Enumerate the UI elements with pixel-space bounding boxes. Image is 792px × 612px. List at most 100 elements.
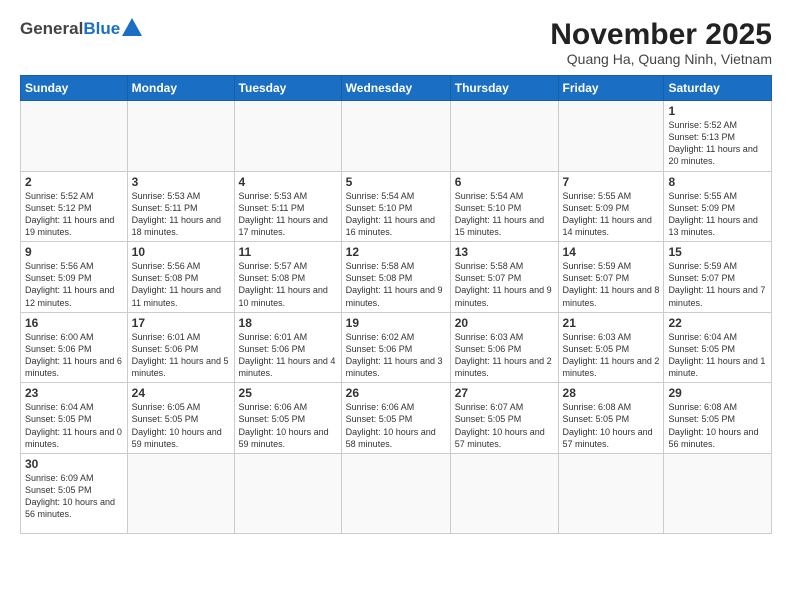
- table-row: 9Sunrise: 5:56 AMSunset: 5:09 PMDaylight…: [21, 242, 128, 313]
- table-row: 19Sunrise: 6:02 AMSunset: 5:06 PMDayligh…: [341, 312, 450, 383]
- day-info: Sunrise: 6:01 AMSunset: 5:06 PMDaylight:…: [132, 331, 230, 380]
- day-info: Sunrise: 5:54 AMSunset: 5:10 PMDaylight:…: [455, 190, 554, 239]
- day-info: Sunrise: 6:07 AMSunset: 5:05 PMDaylight:…: [455, 401, 554, 450]
- day-number: 9: [25, 245, 123, 259]
- header-saturday: Saturday: [664, 76, 772, 101]
- day-info: Sunrise: 6:02 AMSunset: 5:06 PMDaylight:…: [346, 331, 446, 380]
- table-row: 25Sunrise: 6:06 AMSunset: 5:05 PMDayligh…: [234, 383, 341, 454]
- table-row: [558, 453, 664, 533]
- day-number: 28: [563, 386, 660, 400]
- weekday-header-row: Sunday Monday Tuesday Wednesday Thursday…: [21, 76, 772, 101]
- table-row: 29Sunrise: 6:08 AMSunset: 5:05 PMDayligh…: [664, 383, 772, 454]
- day-number: 23: [25, 386, 123, 400]
- day-info: Sunrise: 5:56 AMSunset: 5:08 PMDaylight:…: [132, 260, 230, 309]
- logo-general-text: General: [20, 19, 83, 39]
- day-number: 1: [668, 104, 767, 118]
- table-row: 6Sunrise: 5:54 AMSunset: 5:10 PMDaylight…: [450, 171, 558, 242]
- table-row: 2Sunrise: 5:52 AMSunset: 5:12 PMDaylight…: [21, 171, 128, 242]
- day-info: Sunrise: 6:08 AMSunset: 5:05 PMDaylight:…: [668, 401, 767, 450]
- day-number: 12: [346, 245, 446, 259]
- day-number: 17: [132, 316, 230, 330]
- day-number: 20: [455, 316, 554, 330]
- logo-blue-word: Blue: [83, 19, 120, 38]
- table-row: 10Sunrise: 5:56 AMSunset: 5:08 PMDayligh…: [127, 242, 234, 313]
- calendar-table: Sunday Monday Tuesday Wednesday Thursday…: [20, 75, 772, 534]
- table-row: 20Sunrise: 6:03 AMSunset: 5:06 PMDayligh…: [450, 312, 558, 383]
- day-info: Sunrise: 6:06 AMSunset: 5:05 PMDaylight:…: [239, 401, 337, 450]
- table-row: 7Sunrise: 5:55 AMSunset: 5:09 PMDaylight…: [558, 171, 664, 242]
- day-info: Sunrise: 5:58 AMSunset: 5:07 PMDaylight:…: [455, 260, 554, 309]
- table-row: 22Sunrise: 6:04 AMSunset: 5:05 PMDayligh…: [664, 312, 772, 383]
- table-row: [127, 453, 234, 533]
- header: General Blue November 2025 Quang Ha, Qua…: [20, 18, 772, 67]
- table-row: 23Sunrise: 6:04 AMSunset: 5:05 PMDayligh…: [21, 383, 128, 454]
- day-info: Sunrise: 6:01 AMSunset: 5:06 PMDaylight:…: [239, 331, 337, 380]
- logo: General Blue: [20, 18, 142, 39]
- day-info: Sunrise: 5:59 AMSunset: 5:07 PMDaylight:…: [668, 260, 767, 309]
- day-info: Sunrise: 6:09 AMSunset: 5:05 PMDaylight:…: [25, 472, 123, 521]
- day-number: 18: [239, 316, 337, 330]
- month-title: November 2025: [550, 18, 772, 51]
- table-row: 16Sunrise: 6:00 AMSunset: 5:06 PMDayligh…: [21, 312, 128, 383]
- table-row: 14Sunrise: 5:59 AMSunset: 5:07 PMDayligh…: [558, 242, 664, 313]
- table-row: 15Sunrise: 5:59 AMSunset: 5:07 PMDayligh…: [664, 242, 772, 313]
- day-info: Sunrise: 5:52 AMSunset: 5:12 PMDaylight:…: [25, 190, 123, 239]
- table-row: 17Sunrise: 6:01 AMSunset: 5:06 PMDayligh…: [127, 312, 234, 383]
- day-info: Sunrise: 5:59 AMSunset: 5:07 PMDaylight:…: [563, 260, 660, 309]
- logo-blue-text: Blue: [83, 18, 142, 39]
- day-number: 21: [563, 316, 660, 330]
- table-row: 30Sunrise: 6:09 AMSunset: 5:05 PMDayligh…: [21, 453, 128, 533]
- day-info: Sunrise: 5:53 AMSunset: 5:11 PMDaylight:…: [132, 190, 230, 239]
- header-wednesday: Wednesday: [341, 76, 450, 101]
- table-row: 1Sunrise: 5:52 AMSunset: 5:13 PMDaylight…: [664, 101, 772, 172]
- logo-icon: General Blue: [20, 18, 142, 39]
- day-number: 25: [239, 386, 337, 400]
- table-row: 8Sunrise: 5:55 AMSunset: 5:09 PMDaylight…: [664, 171, 772, 242]
- header-monday: Monday: [127, 76, 234, 101]
- table-row: 3Sunrise: 5:53 AMSunset: 5:11 PMDaylight…: [127, 171, 234, 242]
- day-info: Sunrise: 6:04 AMSunset: 5:05 PMDaylight:…: [668, 331, 767, 380]
- table-row: 24Sunrise: 6:05 AMSunset: 5:05 PMDayligh…: [127, 383, 234, 454]
- day-number: 14: [563, 245, 660, 259]
- day-number: 11: [239, 245, 337, 259]
- day-info: Sunrise: 6:08 AMSunset: 5:05 PMDaylight:…: [563, 401, 660, 450]
- day-number: 26: [346, 386, 446, 400]
- table-row: 26Sunrise: 6:06 AMSunset: 5:05 PMDayligh…: [341, 383, 450, 454]
- day-info: Sunrise: 5:54 AMSunset: 5:10 PMDaylight:…: [346, 190, 446, 239]
- header-friday: Friday: [558, 76, 664, 101]
- table-row: 13Sunrise: 5:58 AMSunset: 5:07 PMDayligh…: [450, 242, 558, 313]
- location: Quang Ha, Quang Ninh, Vietnam: [550, 51, 772, 67]
- day-number: 24: [132, 386, 230, 400]
- day-info: Sunrise: 6:06 AMSunset: 5:05 PMDaylight:…: [346, 401, 446, 450]
- table-row: [341, 101, 450, 172]
- day-number: 7: [563, 175, 660, 189]
- table-row: [234, 101, 341, 172]
- day-number: 15: [668, 245, 767, 259]
- header-tuesday: Tuesday: [234, 76, 341, 101]
- table-row: 28Sunrise: 6:08 AMSunset: 5:05 PMDayligh…: [558, 383, 664, 454]
- day-number: 19: [346, 316, 446, 330]
- table-row: 12Sunrise: 5:58 AMSunset: 5:08 PMDayligh…: [341, 242, 450, 313]
- day-info: Sunrise: 5:57 AMSunset: 5:08 PMDaylight:…: [239, 260, 337, 309]
- table-row: 4Sunrise: 5:53 AMSunset: 5:11 PMDaylight…: [234, 171, 341, 242]
- table-row: 18Sunrise: 6:01 AMSunset: 5:06 PMDayligh…: [234, 312, 341, 383]
- table-row: [21, 101, 128, 172]
- day-info: Sunrise: 5:58 AMSunset: 5:08 PMDaylight:…: [346, 260, 446, 309]
- table-row: [664, 453, 772, 533]
- day-number: 5: [346, 175, 446, 189]
- day-info: Sunrise: 6:03 AMSunset: 5:05 PMDaylight:…: [563, 331, 660, 380]
- table-row: 5Sunrise: 5:54 AMSunset: 5:10 PMDaylight…: [341, 171, 450, 242]
- table-row: 21Sunrise: 6:03 AMSunset: 5:05 PMDayligh…: [558, 312, 664, 383]
- day-number: 16: [25, 316, 123, 330]
- day-info: Sunrise: 5:53 AMSunset: 5:11 PMDaylight:…: [239, 190, 337, 239]
- day-number: 30: [25, 457, 123, 471]
- day-info: Sunrise: 5:55 AMSunset: 5:09 PMDaylight:…: [563, 190, 660, 239]
- day-number: 27: [455, 386, 554, 400]
- table-row: [450, 101, 558, 172]
- table-row: [234, 453, 341, 533]
- day-info: Sunrise: 5:56 AMSunset: 5:09 PMDaylight:…: [25, 260, 123, 309]
- table-row: [450, 453, 558, 533]
- table-row: [558, 101, 664, 172]
- day-number: 8: [668, 175, 767, 189]
- day-info: Sunrise: 5:52 AMSunset: 5:13 PMDaylight:…: [668, 119, 767, 168]
